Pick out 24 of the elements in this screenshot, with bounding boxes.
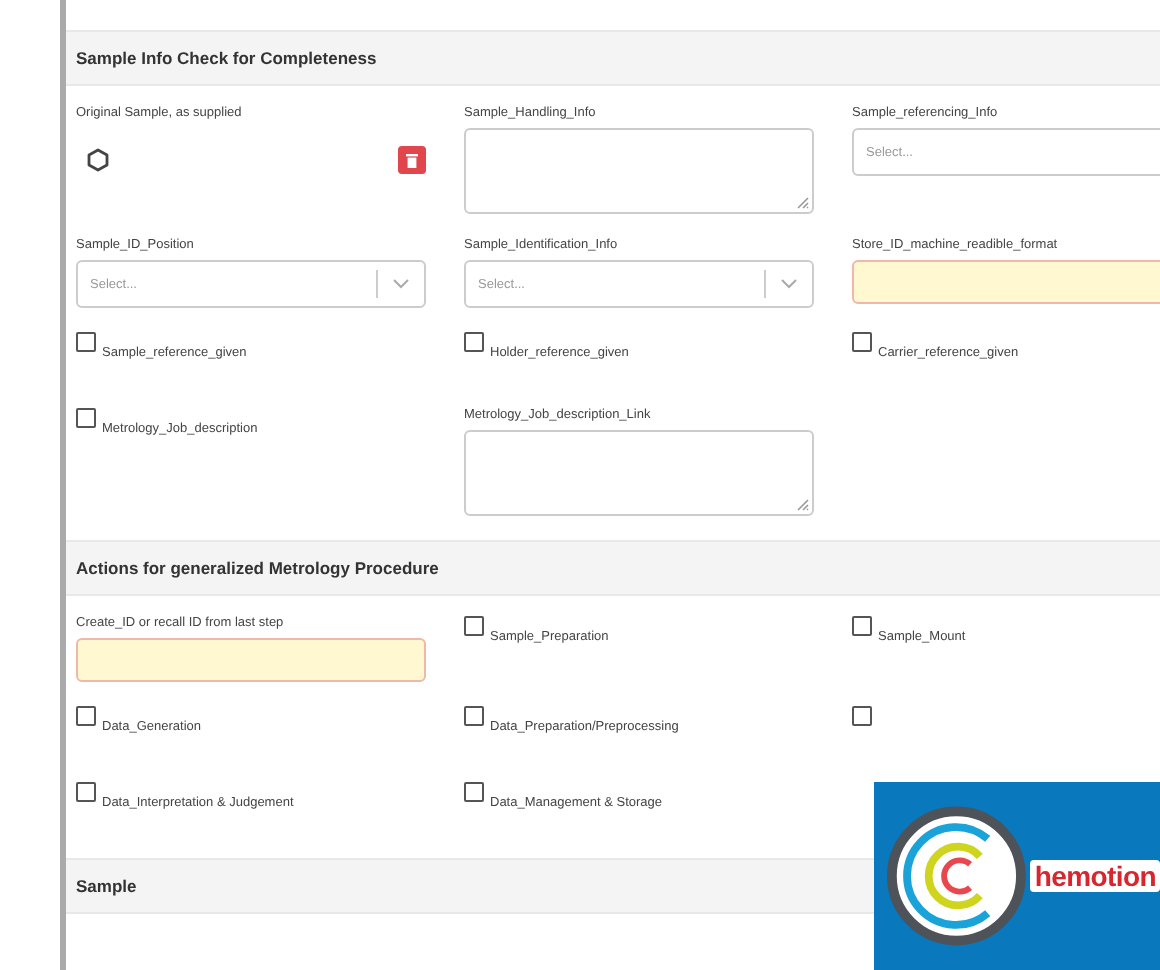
checkbox[interactable] <box>852 706 872 726</box>
logo-icon <box>886 804 1027 948</box>
section-header: Actions for generalized Metrology Procedure <box>66 540 1160 596</box>
checkbox[interactable] <box>76 706 96 726</box>
input-field[interactable] <box>852 260 1160 304</box>
logo-text: hemotion <box>1030 860 1160 892</box>
chevron-down-icon <box>780 278 798 290</box>
checkbox[interactable] <box>464 706 484 726</box>
checkbox[interactable] <box>76 408 96 428</box>
section-header: Sample Info Check for Completeness <box>66 30 1160 86</box>
resize-handle-icon <box>794 194 810 210</box>
delete-button[interactable] <box>398 146 426 174</box>
trash-icon <box>406 153 418 167</box>
resize-handle-icon <box>794 496 810 512</box>
checkbox[interactable] <box>464 782 484 802</box>
checkbox[interactable] <box>464 332 484 352</box>
hexagon-icon <box>86 148 110 172</box>
chevron-down-icon <box>392 278 410 290</box>
checkbox[interactable] <box>852 332 872 352</box>
checkbox[interactable] <box>76 782 96 802</box>
checkbox[interactable] <box>464 616 484 636</box>
checkbox[interactable] <box>76 332 96 352</box>
checkbox[interactable] <box>852 616 872 636</box>
input-field[interactable] <box>76 638 426 682</box>
